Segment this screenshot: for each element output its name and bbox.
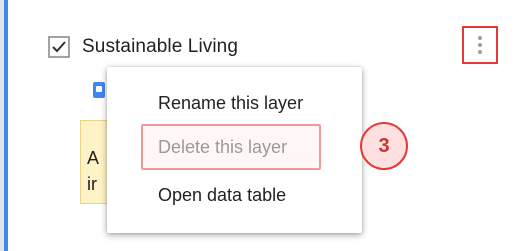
step-number-badge: 3 <box>360 122 408 170</box>
layer-style-icon[interactable] <box>93 82 105 98</box>
menu-item-open-data-table[interactable]: Open data table <box>107 175 362 215</box>
layer-title[interactable]: Sustainable Living <box>82 36 238 58</box>
layer-options-menu: Rename this layer Delete this layer Open… <box>107 67 362 233</box>
checkbox-checked-icon[interactable] <box>48 36 70 58</box>
menu-item-rename-layer[interactable]: Rename this layer <box>107 83 362 123</box>
menu-item-delete-layer[interactable]: Delete this layer <box>107 127 362 167</box>
more-vert-icon <box>478 36 482 40</box>
more-options-button[interactable] <box>462 26 498 64</box>
layer-row: Sustainable Living <box>48 32 238 62</box>
